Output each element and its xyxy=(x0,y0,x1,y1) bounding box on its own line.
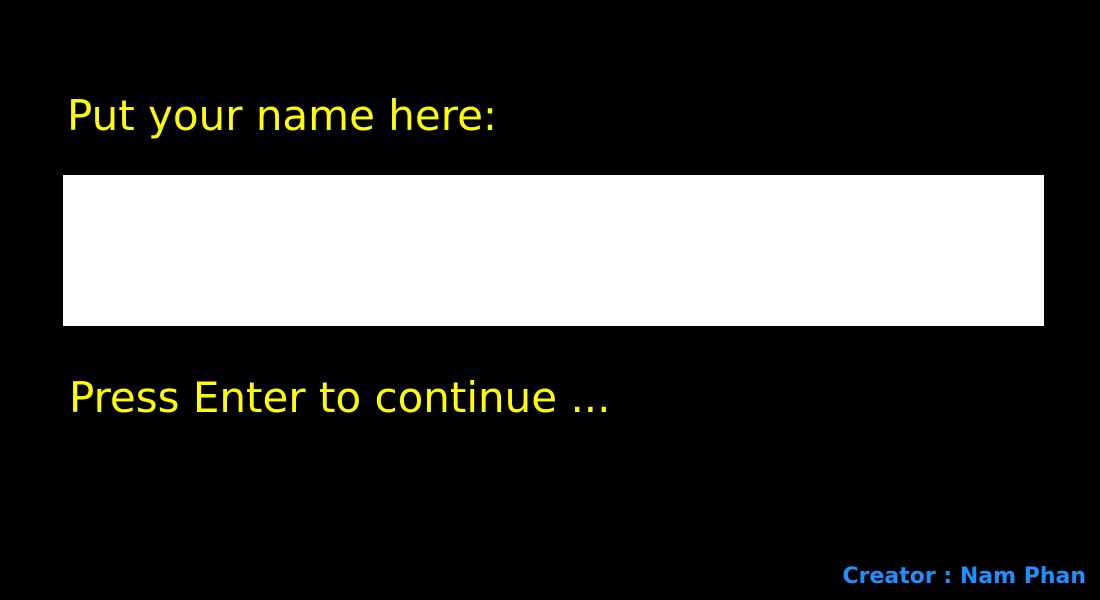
continue-hint: Press Enter to continue ... xyxy=(69,373,611,422)
creator-credit: Creator : Nam Phan xyxy=(842,564,1087,589)
name-prompt-label: Put your name here: xyxy=(67,91,498,140)
name-entry-screen: Put your name here: Press Enter to conti… xyxy=(0,0,1100,600)
name-input[interactable] xyxy=(63,175,1044,326)
